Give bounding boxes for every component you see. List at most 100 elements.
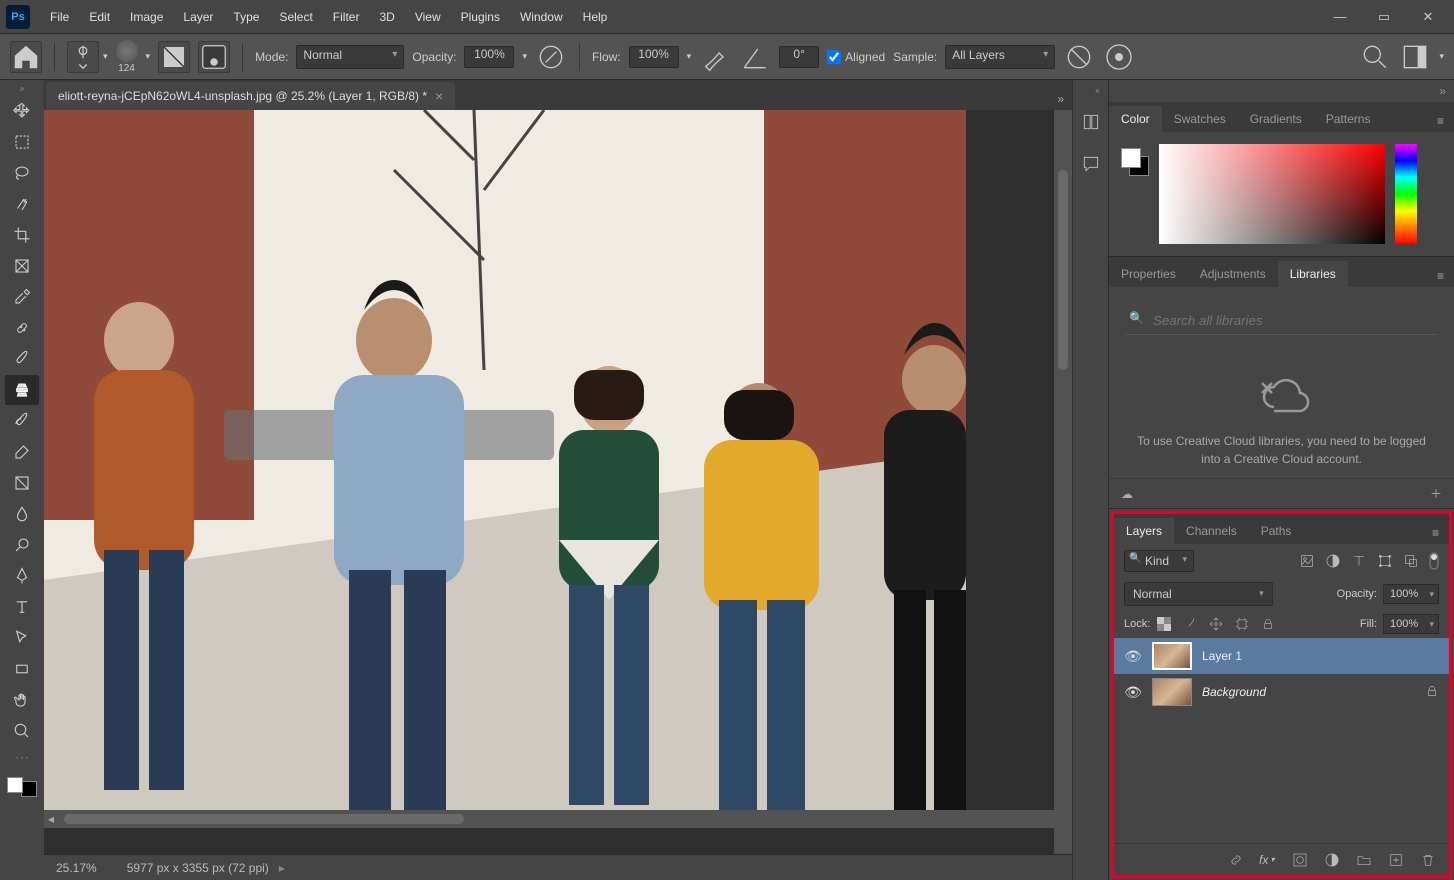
tab-libraries[interactable]: Libraries (1278, 261, 1348, 287)
workspace-icon[interactable] (1399, 41, 1431, 73)
canvas[interactable]: ◂ (44, 110, 1072, 854)
tab-patterns[interactable]: Patterns (1314, 106, 1383, 132)
layer-filter-kind[interactable]: Kind (1124, 550, 1194, 572)
menu-window[interactable]: Window (510, 4, 573, 30)
tab-color[interactable]: Color (1109, 106, 1162, 132)
rectangle-tool[interactable] (5, 654, 39, 684)
clone-stamp-tool[interactable] (5, 375, 39, 405)
filter-smart-icon[interactable] (1403, 553, 1419, 569)
pressure-opacity-icon[interactable] (535, 41, 567, 73)
menu-select[interactable]: Select (269, 4, 322, 30)
libraries-search[interactable]: 🔍 (1125, 307, 1438, 335)
menu-plugins[interactable]: Plugins (451, 4, 510, 30)
lock-transparency-icon[interactable] (1156, 616, 1172, 632)
tab-paths[interactable]: Paths (1249, 518, 1304, 544)
clone-source-toggle[interactable] (198, 41, 230, 73)
history-brush-tool[interactable] (5, 406, 39, 436)
minimize-button[interactable]: — (1328, 7, 1352, 27)
aligned-check-input[interactable] (827, 50, 841, 64)
tab-swatches[interactable]: Swatches (1162, 106, 1238, 132)
tab-channels[interactable]: Channels (1174, 518, 1249, 544)
eyedropper-tool[interactable] (5, 282, 39, 312)
dodge-tool[interactable] (5, 530, 39, 560)
libraries-panel-menu-icon[interactable]: ≡ (1427, 265, 1454, 287)
lock-icon[interactable] (1425, 684, 1439, 701)
document-tab[interactable]: eliott-reyna-jCEpN62oWL4-unsplash.jpg @ … (46, 82, 455, 110)
layer-row-background[interactable]: 👁 Background (1114, 674, 1449, 710)
status-arrow-icon[interactable]: ▸ (279, 861, 285, 875)
menu-filter[interactable]: Filter (323, 4, 370, 30)
angle-input[interactable]: 0° (779, 46, 819, 68)
menu-layer[interactable]: Layer (173, 4, 223, 30)
brush-panel-toggle[interactable] (158, 41, 190, 73)
color-swatch-tool[interactable] (7, 777, 37, 797)
sample-select[interactable]: All Layers (945, 45, 1055, 69)
home-button[interactable] (10, 41, 42, 73)
marquee-tool[interactable] (5, 127, 39, 157)
tab-adjustments[interactable]: Adjustments (1188, 261, 1278, 287)
history-panel-icon[interactable] (1079, 110, 1103, 134)
close-tab-icon[interactable]: × (435, 88, 443, 104)
maximize-button[interactable]: ▭ (1372, 7, 1396, 27)
background-color[interactable] (21, 781, 37, 797)
tool-more-icon[interactable]: ⋯ (15, 749, 29, 766)
brush-preview[interactable] (116, 40, 138, 62)
fg-bg-swatch[interactable] (1121, 148, 1149, 176)
menu-help[interactable]: Help (573, 4, 618, 30)
add-library-icon[interactable]: ＋ (1430, 485, 1442, 502)
visibility-toggle[interactable]: 👁 (1124, 684, 1142, 701)
tool-preset-picker[interactable] (67, 41, 99, 73)
blur-tool[interactable] (5, 499, 39, 529)
pressure-size-icon[interactable] (1103, 41, 1135, 73)
visibility-toggle[interactable]: 👁 (1124, 648, 1142, 665)
close-button[interactable]: ✕ (1416, 7, 1440, 27)
color-panel-menu-icon[interactable]: ≡ (1427, 110, 1454, 132)
brush-tool[interactable] (5, 344, 39, 374)
layer-row-layer1[interactable]: 👁 Layer 1 (1114, 638, 1449, 674)
filter-pixel-icon[interactable] (1299, 553, 1315, 569)
comments-panel-icon[interactable] (1079, 152, 1103, 176)
lock-artboard-icon[interactable] (1234, 616, 1250, 632)
menu-3d[interactable]: 3D (369, 4, 404, 30)
pen-tool[interactable] (5, 561, 39, 591)
horizontal-scrollbar[interactable] (64, 814, 464, 824)
angle-icon[interactable] (739, 41, 771, 73)
link-layers-icon[interactable] (1227, 851, 1245, 869)
layer-fill-input[interactable]: 100% (1383, 614, 1439, 634)
filter-toggle-icon[interactable] (1429, 553, 1439, 569)
healing-tool[interactable] (5, 313, 39, 343)
airbrush-icon[interactable] (699, 41, 731, 73)
color-field[interactable] (1159, 144, 1385, 244)
libraries-search-input[interactable] (1125, 307, 1438, 335)
fg-swatch[interactable] (1121, 148, 1141, 168)
hand-tool[interactable] (5, 685, 39, 715)
collapse-toolbar-icon[interactable]: » (20, 84, 24, 93)
zoom-tool[interactable] (5, 716, 39, 746)
menu-image[interactable]: Image (120, 4, 173, 30)
zoom-readout[interactable]: 25.17% (56, 861, 97, 875)
hue-slider[interactable] (1395, 144, 1417, 244)
expand-strip-icon[interactable]: « (1095, 86, 1099, 95)
layer-thumbnail[interactable] (1152, 678, 1192, 706)
eraser-tool[interactable] (5, 437, 39, 467)
menu-view[interactable]: View (405, 4, 451, 30)
delete-layer-icon[interactable] (1419, 851, 1437, 869)
move-tool[interactable] (5, 96, 39, 126)
vertical-scrollbar[interactable] (1058, 170, 1068, 370)
add-mask-icon[interactable] (1291, 851, 1309, 869)
new-layer-icon[interactable] (1387, 851, 1405, 869)
crop-tool[interactable] (5, 220, 39, 250)
mode-select[interactable]: Normal (296, 45, 404, 69)
gradient-tool[interactable] (5, 468, 39, 498)
path-select-tool[interactable] (5, 623, 39, 653)
filter-shape-icon[interactable] (1377, 553, 1393, 569)
lock-position-icon[interactable] (1208, 616, 1224, 632)
menu-type[interactable]: Type (223, 4, 269, 30)
layer-name[interactable]: Layer 1 (1202, 649, 1242, 663)
menu-file[interactable]: File (40, 4, 79, 30)
type-tool[interactable] (5, 592, 39, 622)
new-group-icon[interactable] (1355, 851, 1373, 869)
tab-properties[interactable]: Properties (1109, 261, 1188, 287)
horizontal-scrollbar-track[interactable]: ◂ (44, 810, 1054, 828)
blend-mode-select[interactable]: Normal (1124, 582, 1273, 606)
